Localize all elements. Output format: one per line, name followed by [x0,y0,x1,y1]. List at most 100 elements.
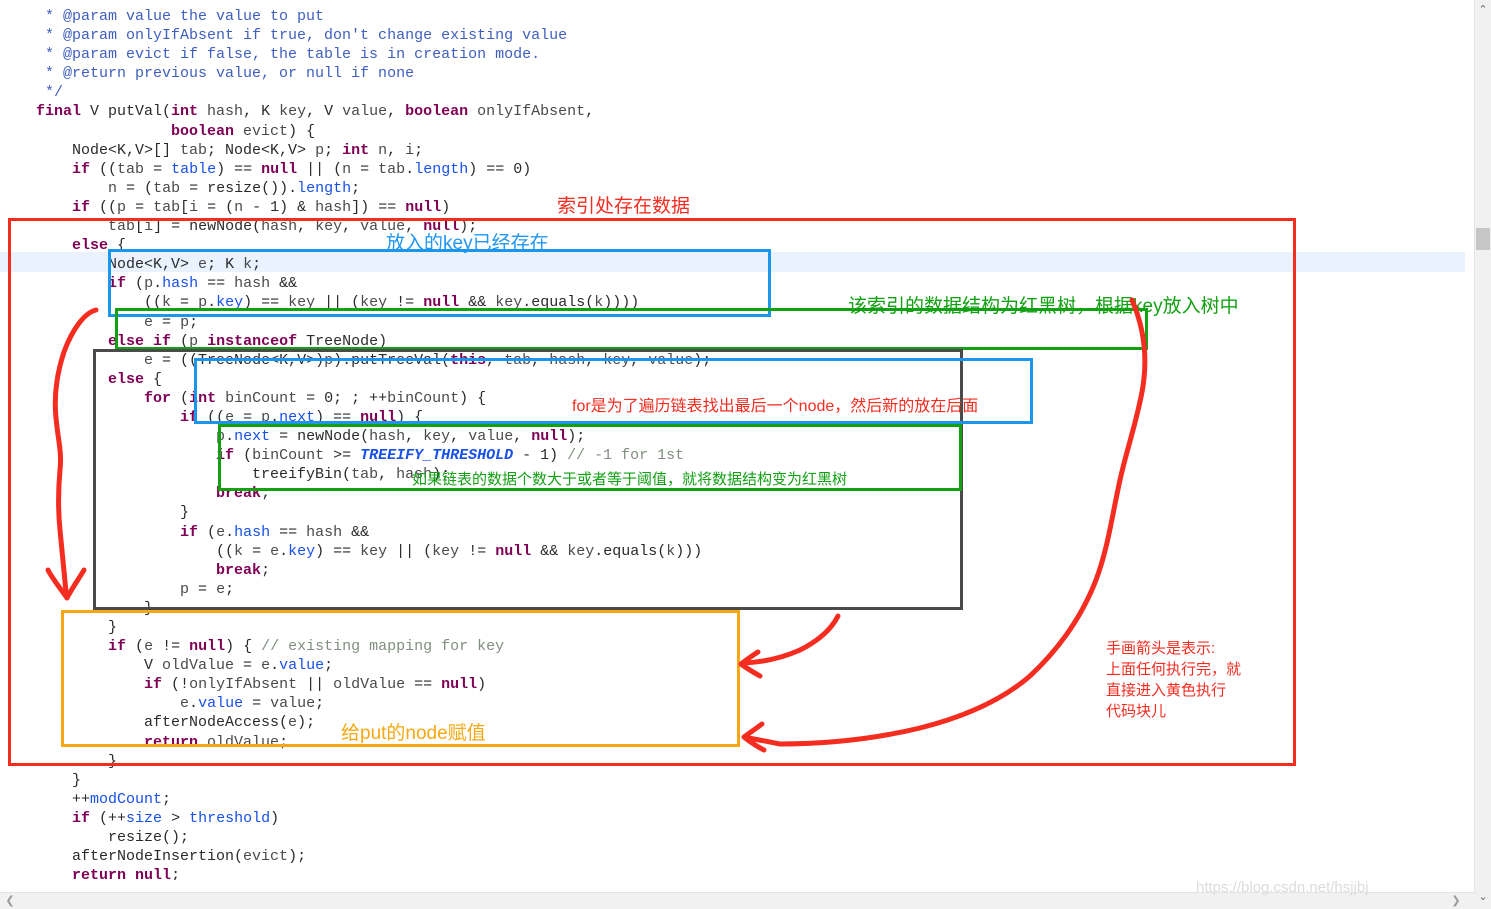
annotation-label-assign-value: 给put的node赋值 [341,723,486,744]
code-token: TreeNode) [297,332,388,350]
code-line: tab[i] = newNode(hash, key, value, null)… [0,217,1465,236]
code-token: tab [153,179,181,197]
code-token: ; [279,733,289,751]
code-line: * @param onlyIfAbsent if true, don't cha… [0,26,1465,45]
code-token: ; [324,657,334,675]
code-token: hash [234,275,271,293]
code-token: ( [126,275,145,293]
code-token: k [162,294,172,312]
code-token: ) == [315,408,361,426]
code-token: key [216,294,244,312]
code-token: size [126,809,163,827]
code-line: else { [0,236,1465,255]
code-token: , [513,428,532,446]
code-token: n [108,179,118,197]
scroll-right-icon[interactable]: ❯ [1448,893,1464,909]
code-token: != [459,542,496,560]
annotation-label-handdrawn-note: 手画箭头是表示: 上面任何执行完，就 直接进入黄色执行 代码块儿 [1106,638,1286,722]
code-token: treeifyBin( [0,466,352,484]
code-editor[interactable]: * @param value the value to put * @param… [0,0,1465,880]
code-line: * @return previous value, or null if non… [0,64,1465,83]
code-token: p [180,313,190,331]
code-token: i [144,218,154,236]
code-token: null [405,198,442,216]
code-token: if [108,638,127,656]
code-token: p [180,580,190,598]
code-token: n [234,198,244,216]
code-token: p [261,408,271,426]
code-token: tab [351,466,379,484]
code-line: } [0,599,1465,618]
code-line: if (binCount >= TREEIFY_THRESHOLD - 1) /… [0,446,1465,465]
code-token: ) { [225,638,262,656]
code-token: ( [171,332,190,350]
code-token: value [468,428,514,446]
code-token: oldValue [198,733,280,751]
code-token: (( [90,198,118,216]
code-token: afterNodeInsertion( [0,848,244,866]
code-token: e [216,523,226,541]
source-code[interactable]: * @param value the value to put * @param… [0,0,1465,880]
code-token: ; [171,867,181,880]
code-line: ++modCount; [0,790,1465,809]
vertical-scrollbar-thumb[interactable] [1476,228,1490,250]
code-line: p.next = newNode(hash, key, value, null)… [0,427,1465,446]
code-line: afterNodeInsertion(evict); [0,847,1465,866]
code-token: ] = newNode( [153,218,262,236]
code-token: ).putTreeVal( [333,351,451,369]
code-token: ); [297,714,316,732]
scroll-left-icon[interactable]: ❮ [2,893,18,909]
code-token: = [234,408,262,426]
code-token: if [108,275,127,293]
code-token: ) [477,676,487,694]
code-token: V [0,657,163,675]
code-token: = [126,198,154,216]
code-token: hash [549,351,586,369]
scroll-down-icon[interactable]: ⌄ [1475,889,1491,905]
code-token: = [243,542,271,560]
code-token: int [171,103,199,121]
code-token: . [279,542,289,560]
code-line: return oldValue; [0,733,1465,752]
code-token: == [270,523,307,541]
code-token: , [342,218,361,236]
code-token: null [531,428,568,446]
code-token: ) [441,198,451,216]
code-token: i [405,141,415,159]
code-token: , [450,428,469,446]
code-token: , V [306,103,343,121]
code-token: e [225,408,235,426]
code-token: [ [180,198,190,216]
code-token: for [144,389,172,407]
code-token: if [144,676,163,694]
code-token: hash [315,198,352,216]
code-token: e [144,313,154,331]
code-token: i [189,198,199,216]
code-token: . [270,408,280,426]
code-token: hash [261,218,298,236]
scroll-up-icon[interactable]: ⌃ [1475,2,1491,18]
code-token: key [432,542,460,560]
code-token: ( [171,389,190,407]
code-token: length [414,160,469,178]
code-token: ) { [459,389,487,407]
vertical-scrollbar[interactable]: ⌃ ⌄ [1474,0,1491,909]
code-token: value [270,695,316,713]
code-token: .equals( [522,294,595,312]
code-token: // existing mapping for key [261,638,505,656]
code-token: ))) [675,542,703,560]
code-token: null [189,638,226,656]
code-token: hash [162,275,199,293]
annotation-label-index-has-data: 索引处存在数据 [557,196,691,217]
code-token: . [153,275,163,293]
code-token: , [297,218,316,236]
code-token: = ( [198,198,235,216]
code-token: = 0; ; ++ [297,389,388,407]
